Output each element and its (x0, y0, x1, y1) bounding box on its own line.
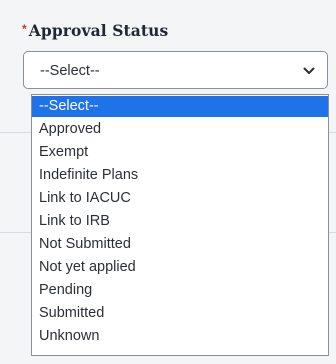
option-select[interactable]: --Select-- (32, 96, 328, 117)
option-unknown[interactable]: Unknown (32, 326, 328, 347)
option-pending[interactable]: Pending (32, 280, 328, 301)
option-indefinite-plans[interactable]: Indefinite Plans (32, 165, 328, 186)
option-not-submitted[interactable]: Not Submitted (32, 234, 328, 255)
approval-status-form: * Approval Status --Select-- --Select-- A… (0, 0, 336, 364)
approval-status-select[interactable]: --Select-- (23, 51, 328, 89)
option-submitted[interactable]: Submitted (32, 303, 328, 324)
select-current-value: --Select-- (40, 63, 100, 79)
approval-status-options-list[interactable]: --Select-- Approved Exempt Indefinite Pl… (31, 94, 329, 356)
option-link-to-irb[interactable]: Link to IRB (32, 211, 328, 232)
option-approved[interactable]: Approved (32, 119, 328, 140)
approval-status-label: * Approval Status (22, 21, 168, 40)
option-not-yet-applied[interactable]: Not yet applied (32, 257, 328, 278)
option-link-to-iacuc[interactable]: Link to IACUC (32, 188, 328, 209)
required-marker: * (22, 22, 27, 36)
chevron-down-icon (303, 67, 315, 74)
option-exempt[interactable]: Exempt (32, 142, 328, 163)
approval-status-label-text: Approval Status (28, 21, 169, 40)
